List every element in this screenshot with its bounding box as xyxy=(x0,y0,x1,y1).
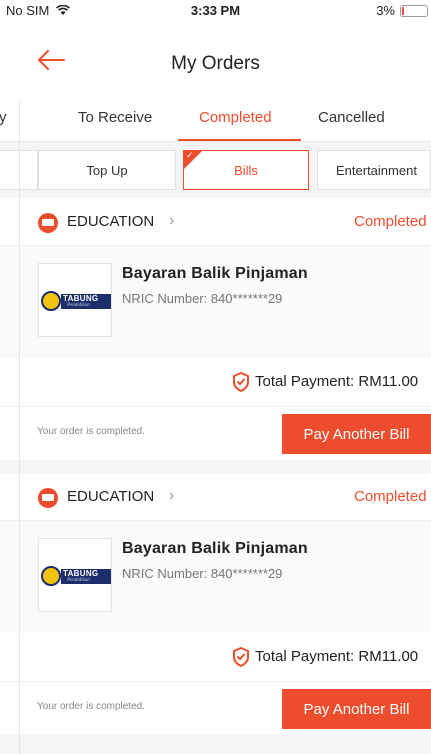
graduation-cap-icon xyxy=(38,488,58,508)
item-detail: NRIC Number: 840*******29 xyxy=(122,291,283,306)
logo-subtext: Pendidikan xyxy=(67,578,90,583)
item-detail: NRIC Number: 840*******29 xyxy=(122,566,283,581)
order-message: Your order is completed. xyxy=(37,701,146,712)
emblem-icon xyxy=(41,291,61,311)
shield-icon xyxy=(233,372,249,392)
order-item[interactable]: TABUNG Pendidikan Bayaran Balik Pinjaman… xyxy=(0,521,431,633)
total-payment: Total Payment: RM11.00 xyxy=(255,648,419,665)
chip-bills[interactable]: ✓ Bills xyxy=(183,150,309,190)
logo-subtext: Pendidikan xyxy=(67,303,90,308)
order-footer: Your order is completed. Pay Another Bil… xyxy=(0,681,431,735)
order-tabs: y To Receive Completed Cancelled xyxy=(0,100,431,142)
active-tab-indicator xyxy=(178,139,301,141)
order-category: EDUCATION xyxy=(67,213,155,230)
status-time: 3:33 PM xyxy=(190,3,241,18)
order-header[interactable]: EDUCATION › Completed xyxy=(0,198,431,246)
order-card: EDUCATION › Completed TABUNG Pendidikan … xyxy=(0,473,431,735)
battery-icon xyxy=(400,5,428,17)
order-status: Completed xyxy=(354,488,427,505)
chip-top-up[interactable]: Top Up xyxy=(38,150,176,190)
pay-another-bill-button[interactable]: Pay Another Bill xyxy=(282,689,431,729)
tab-partial[interactable]: y xyxy=(0,109,7,126)
battery-percent: 3% xyxy=(376,3,395,18)
chevron-right-icon: › xyxy=(169,212,175,229)
chip-entertainment[interactable]: Entertainment xyxy=(317,150,431,190)
order-message: Your order is completed. xyxy=(37,426,146,437)
graduation-cap-icon xyxy=(38,213,58,233)
order-total: Total Payment: RM11.00 xyxy=(0,633,431,681)
order-total: Total Payment: RM11.00 xyxy=(0,358,431,406)
emblem-icon xyxy=(41,566,61,586)
tab-completed[interactable]: Completed xyxy=(199,109,272,126)
order-card: EDUCATION › Completed TABUNG Pendidikan … xyxy=(0,198,431,460)
biller-logo: TABUNG Pendidikan xyxy=(38,263,112,337)
shield-icon xyxy=(233,647,249,667)
status-bar: No SIM 3:33 PM 3% xyxy=(0,0,431,20)
check-icon: ✓ xyxy=(186,150,194,160)
biller-logo: TABUNG Pendidikan xyxy=(38,538,112,612)
item-title: Bayaran Balik Pinjaman xyxy=(122,265,308,282)
tab-to-receive[interactable]: To Receive xyxy=(78,109,152,126)
category-filter: Top Up ✓ Bills Entertainment xyxy=(0,142,431,198)
chevron-right-icon: › xyxy=(169,487,175,504)
tab-cancelled[interactable]: Cancelled xyxy=(318,109,385,126)
total-payment: Total Payment: RM11.00 xyxy=(255,373,419,390)
pay-another-bill-button[interactable]: Pay Another Bill xyxy=(282,414,431,454)
order-category: EDUCATION xyxy=(67,488,155,505)
item-title: Bayaran Balik Pinjaman xyxy=(122,540,308,557)
left-edge-divider xyxy=(19,100,20,754)
order-header[interactable]: EDUCATION › Completed xyxy=(0,473,431,521)
order-item[interactable]: TABUNG Pendidikan Bayaran Balik Pinjaman… xyxy=(0,246,431,358)
nav-bar: My Orders xyxy=(0,20,431,100)
order-status: Completed xyxy=(354,213,427,230)
order-footer: Your order is completed. Pay Another Bil… xyxy=(0,406,431,460)
page-title: My Orders xyxy=(171,53,260,74)
